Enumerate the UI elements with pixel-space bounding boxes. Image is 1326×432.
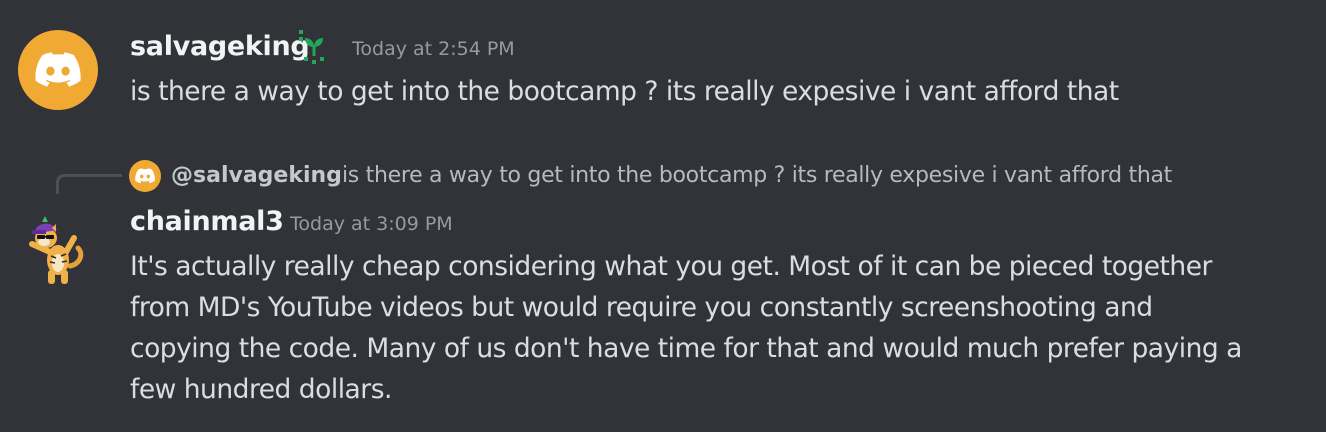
discord-logo-icon (35, 52, 81, 87)
user-avatar[interactable] (18, 30, 98, 110)
author-name[interactable]: chainmal3 (130, 206, 284, 237)
message-line: is there a way to get into the bootcamp … (130, 76, 1119, 107)
reply-mention[interactable]: @salvageking (171, 160, 342, 192)
message-line: from MD's YouTube videos but would requi… (130, 292, 1153, 323)
message-content: It's actually really cheap considering w… (130, 246, 1242, 410)
message-content: is there a way to get into the bootcamp … (130, 71, 1119, 112)
message-timestamp[interactable]: Today at 2:54 PM (352, 38, 515, 60)
message-line: It's actually really cheap considering w… (130, 251, 1212, 282)
message-line: few hundred dollars. (130, 374, 392, 405)
reply-preview-text[interactable]: is there a way to get into the bootcamp … (342, 160, 1172, 192)
reply-spine (56, 174, 122, 194)
message-timestamp[interactable]: Today at 3:09 PM (290, 213, 453, 235)
message-line: copying the code. Many of us don't have … (130, 333, 1242, 364)
user-avatar[interactable] (18, 208, 98, 288)
discord-logo-icon (135, 168, 155, 184)
sprout-icon[interactable] (296, 30, 332, 64)
dabbing-tiger-avatar (29, 216, 84, 284)
reply-avatar[interactable] (129, 160, 161, 192)
chat-message-list: salvageking Today at 2:54 PM is there a … (0, 0, 1326, 432)
author-name[interactable]: salvageking (130, 31, 310, 62)
